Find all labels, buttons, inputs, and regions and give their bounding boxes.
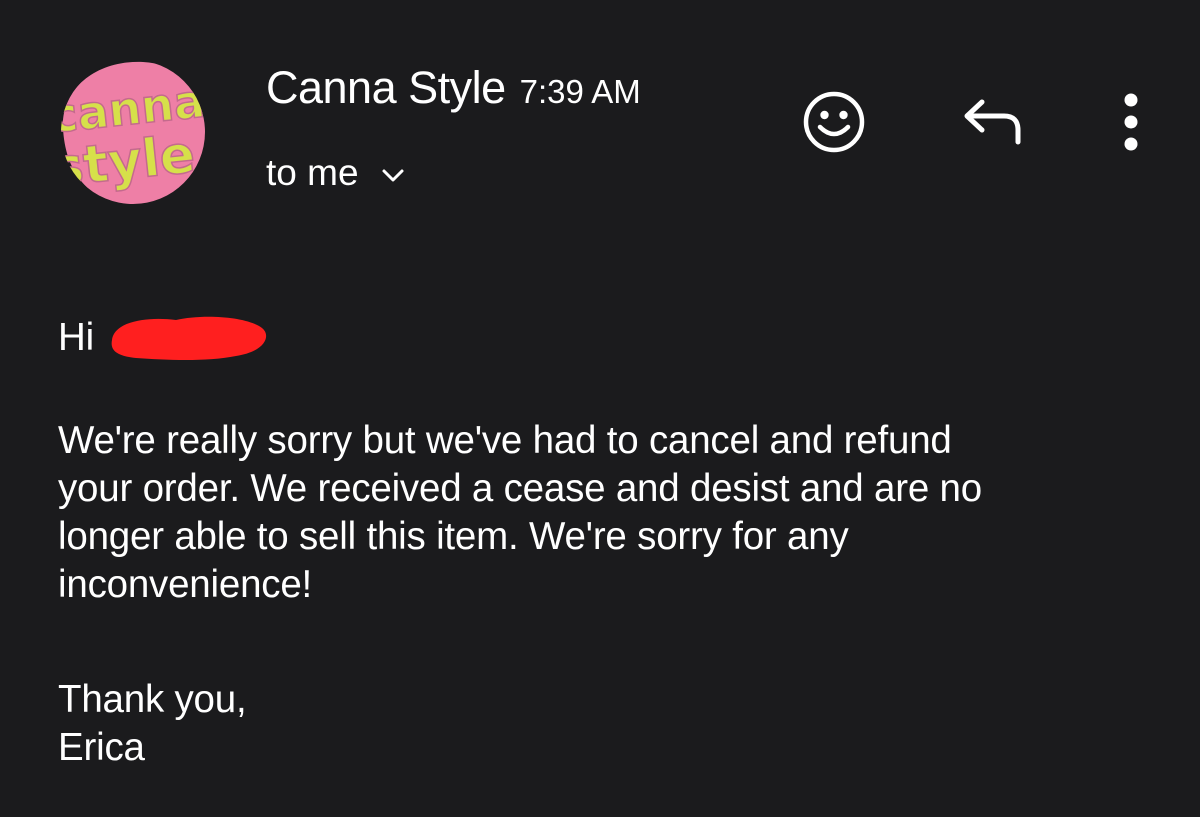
redaction-mark <box>111 316 267 360</box>
more-vertical-icon <box>1124 93 1138 151</box>
recipient-details-toggle[interactable]: to me <box>266 152 405 194</box>
sender-name[interactable]: Canna Style <box>266 62 506 114</box>
signoff-block: Thank you, Erica <box>58 676 247 772</box>
message-line: longer able to sell this item. We're sor… <box>58 515 849 558</box>
email-view: canna style Canna Style 7:39 AM to me Hi… <box>0 0 1200 817</box>
greeting-text: Hi <box>58 316 94 359</box>
greeting: Hi <box>58 312 270 364</box>
recipient-label: to me <box>266 152 359 193</box>
chevron-down-icon <box>382 169 404 182</box>
reply-arrow-icon <box>964 99 1021 145</box>
signoff-text: Thank you, <box>58 678 247 721</box>
message-time: 7:39 AM <box>519 73 641 110</box>
sender-header: Canna Style 7:39 AM <box>266 62 641 114</box>
canna-style-logo: canna style <box>61 60 205 204</box>
signature: Erica <box>58 726 145 769</box>
more-options-button[interactable] <box>1111 91 1151 160</box>
message-body: We're really sorry but we've had to canc… <box>58 417 1158 609</box>
message-line: your order. We received a cease and desi… <box>58 467 982 510</box>
message-line: inconvenience! <box>58 563 313 606</box>
reply-button[interactable] <box>960 96 1026 153</box>
smiley-face-icon <box>803 91 865 153</box>
message-line: We're really sorry but we've had to canc… <box>58 419 952 462</box>
sender-avatar[interactable]: canna style <box>57 58 209 206</box>
add-reaction-button[interactable] <box>801 89 867 160</box>
